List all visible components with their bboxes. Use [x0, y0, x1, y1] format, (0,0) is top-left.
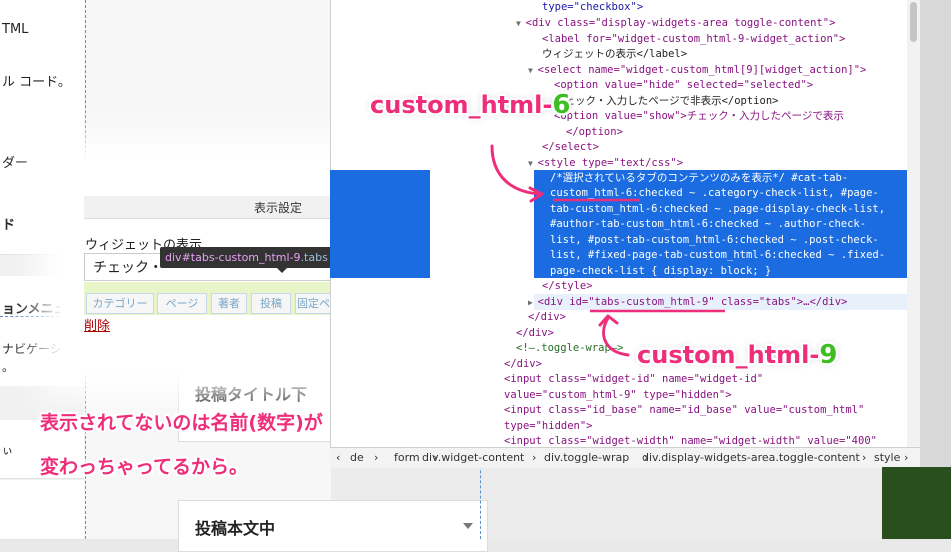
explanation-note-line2: 変わっちゃってるから。 — [40, 456, 249, 478]
arrow-to-custom-html-6 — [490, 144, 542, 196]
callout-custom-html-6: custom_html-6 — [370, 90, 571, 120]
callout-custom-html-9: custom_html-9 — [637, 340, 838, 370]
explanation-note-line1: 表示されてないのは名前(数字)が — [40, 412, 323, 434]
arrow-head — [598, 314, 619, 327]
